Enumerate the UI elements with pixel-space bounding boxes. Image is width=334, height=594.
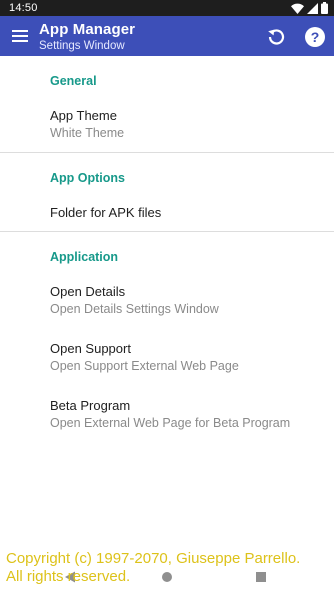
hamburger-menu-icon [12,30,28,42]
pref-summary: White Theme [50,126,125,140]
pref-title: Beta Program [50,398,131,413]
help-button[interactable]: ? [302,24,328,50]
pref-title: Open Support [50,341,131,356]
menu-button[interactable] [8,24,32,48]
status-time: 14:50 [9,2,38,14]
svg-text:?: ? [311,29,320,45]
pref-summary: Open Support External Web Page [50,359,239,373]
app-bar: App Manager Settings Window ? [0,16,334,56]
battery-icon [321,2,328,14]
help-icon: ? [305,27,325,47]
pref-title: App Theme [50,108,117,123]
pref-open-support[interactable]: Open Support Open Support External Web P… [0,331,334,383]
cellular-signal-icon [307,2,318,14]
pref-summary: Open Details Settings Window [50,302,219,316]
category-header-general: General [50,74,97,88]
copyright-watermark: Copyright (c) 1997-2070, Giuseppe Parrel… [6,550,300,586]
refresh-icon [268,29,285,45]
pref-open-details[interactable]: Open Details Open Details Settings Windo… [0,274,334,326]
copyright-line-1: Copyright (c) 1997-2070, Giuseppe Parrel… [6,550,301,567]
app-subtitle: Settings Window [39,40,125,52]
pref-beta-program[interactable]: Beta Program Open External Web Page for … [0,388,334,440]
pref-title: Folder for APK files [50,205,162,220]
pref-app-theme[interactable]: App Theme White Theme [0,98,334,146]
status-bar: 14:50 [0,0,334,16]
section-divider [0,231,334,232]
section-divider [0,152,334,153]
refresh-button[interactable] [263,24,289,50]
category-header-application: Application [50,250,119,264]
status-icons [291,2,328,14]
pref-folder-apk[interactable]: Folder for APK files [0,194,334,230]
wifi-icon [291,3,304,14]
pref-title: Open Details [50,284,126,299]
copyright-line-2: All rights reserved. [6,568,131,585]
pref-summary: Open External Web Page for Beta Program [50,416,291,430]
app-title: App Manager [39,21,136,38]
category-header-app-options: App Options [50,171,125,185]
